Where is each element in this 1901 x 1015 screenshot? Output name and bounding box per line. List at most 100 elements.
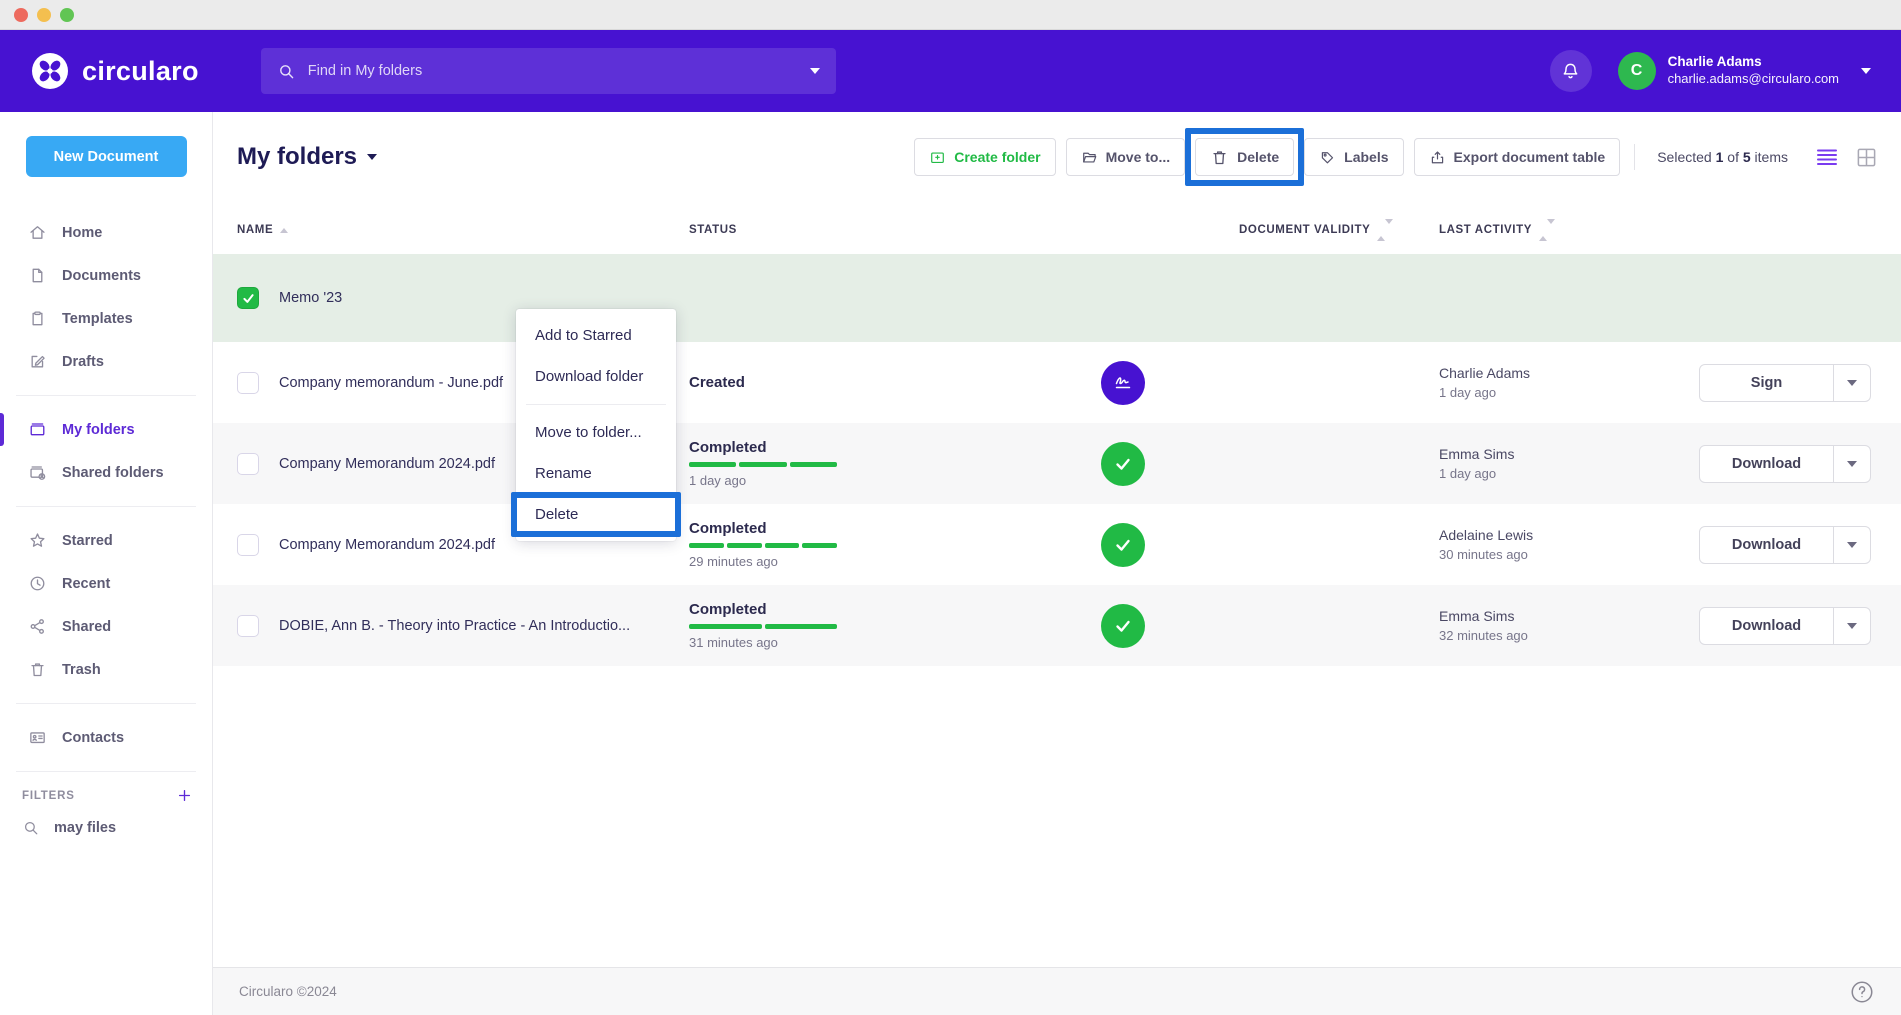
row-checkbox[interactable] [237,287,259,309]
context-menu-item-download-folder[interactable]: Download folder [516,356,676,397]
avatar: C [1618,52,1656,90]
row-checkbox[interactable] [237,615,259,637]
user-menu[interactable]: C Charlie Adams charlie.adams@circularo.… [1618,52,1871,90]
search-input[interactable] [308,63,798,79]
row-action-split-button: Sign [1699,364,1871,402]
sidebar-item-recent[interactable]: Recent [0,562,212,605]
action-cell: Download [1689,445,1877,483]
action-dropdown-button[interactable] [1834,608,1870,644]
sidebar-item-templates[interactable]: Templates [0,297,212,340]
progress-segment [765,624,838,629]
add-filter-button[interactable] [177,788,192,803]
shared-folder-icon [28,463,47,482]
table-row[interactable]: Company memorandum - June.pdfCreatedChar… [213,342,1901,423]
page-title-dropdown[interactable]: My folders [237,143,377,171]
activity-time: 1 day ago [1439,466,1496,481]
sidebar-item-contacts[interactable]: Contacts [0,716,212,759]
sidebar-item-label: Trash [62,662,101,678]
action-dropdown-button[interactable] [1834,365,1870,401]
document-name: Company Memorandum 2024.pdf [279,456,495,472]
last-activity-cell: Emma Sims32 minutes ago [1439,608,1689,643]
context-menu-item-move-to-folder[interactable]: Move to folder... [516,412,676,453]
sidebar-item-documents[interactable]: Documents [0,254,212,297]
document-name: Company Memorandum 2024.pdf [279,537,495,553]
filters-label: FILTERS [22,790,75,802]
action-dropdown-button[interactable] [1834,446,1870,482]
labels-button[interactable]: Labels [1304,138,1403,176]
sidebar-item-shared-folders[interactable]: Shared folders [0,451,212,494]
minimize-window-button[interactable] [37,8,51,22]
row-checkbox[interactable] [237,534,259,556]
status-cell: Completed31 minutes ago [689,601,1049,650]
app-header: circularo C Charlie Adams charlie.adams@… [0,30,1901,112]
validity-cell [1049,361,1439,405]
activity-time: 1 day ago [1439,385,1496,400]
move-to-button[interactable]: Move to... [1066,138,1186,176]
status-label: Completed [689,520,767,537]
new-document-button[interactable]: New Document [26,136,187,177]
last-activity-cell: Adelaine Lewis30 minutes ago [1439,527,1689,562]
maximize-window-button[interactable] [60,8,74,22]
brand-logo[interactable]: circularo [30,51,199,91]
sidebar-item-drafts[interactable]: Drafts [0,340,212,383]
page-title: My folders [237,143,357,171]
sidebar-item-shared[interactable]: Shared [0,605,212,648]
sidebar-item-home[interactable]: Home [0,211,212,254]
sort-asc-icon [280,228,288,233]
sidebar-item-my-folders[interactable]: My folders [0,408,212,451]
row-checkbox[interactable] [237,453,259,475]
help-button[interactable] [1849,979,1875,1005]
toolbar-button-label: Export document table [1454,149,1606,165]
grid-view-toggle[interactable] [1856,147,1877,168]
valid-check-badge [1101,523,1145,567]
export-button[interactable]: Export document table [1414,138,1621,176]
sidebar-item-starred[interactable]: Starred [0,519,212,562]
table-header-row: NAMESTATUSDOCUMENT VALIDITYLAST ACTIVITY [213,206,1901,254]
search-scope-chevron-down-icon[interactable] [810,68,820,74]
filter-item-may-files[interactable]: may files [0,819,212,837]
table-row[interactable]: Memo '23 [213,254,1901,342]
close-window-button[interactable] [14,8,28,22]
row-checkbox[interactable] [237,372,259,394]
sidebar-item-trash[interactable]: Trash [0,648,212,691]
table-row[interactable]: Company Memorandum 2024.pdfCompleted1 da… [213,423,1901,504]
notifications-button[interactable] [1550,50,1592,92]
document-name: Company memorandum - June.pdf [279,375,503,391]
signature-badge [1101,361,1145,405]
context-menu: Add to StarredDownload folder Move to fol… [516,309,676,541]
table-row[interactable]: Company Memorandum 2024.pdfCompleted29 m… [213,504,1901,585]
home-icon [28,223,47,242]
download-button[interactable]: Download [1700,446,1834,482]
delete-button[interactable]: Delete [1195,138,1294,176]
column-header-name[interactable]: NAME [237,224,689,236]
column-header-last-activity[interactable]: LAST ACTIVITY [1439,224,1689,236]
status-progress-bar [689,462,837,467]
documents-table: NAMESTATUSDOCUMENT VALIDITYLAST ACTIVITY… [213,206,1901,666]
context-menu-item-rename[interactable]: Rename [516,453,676,494]
action-dropdown-button[interactable] [1834,527,1870,563]
list-view-toggle[interactable] [1816,148,1838,166]
row-action-split-button: Download [1699,526,1871,564]
download-button[interactable]: Download [1700,527,1834,563]
contact-card-icon [28,728,47,747]
export-icon [1429,149,1446,166]
chevron-down-icon [1847,380,1857,386]
table-row[interactable]: DOBIE, Ann B. - Theory into Practice - A… [213,585,1901,666]
sidebar-nav: HomeDocumentsTemplatesDraftsMy foldersSh… [0,211,212,759]
action-cell: Download [1689,607,1877,645]
toolbar-button-label: Create folder [954,149,1040,165]
clipboard-icon [28,309,47,328]
context-menu-item-add-to-starred[interactable]: Add to Starred [516,315,676,356]
progress-segment [689,624,762,629]
toolbar-button-label: Move to... [1106,149,1171,165]
status-progress-bar [689,624,837,629]
sign-button[interactable]: Sign [1700,365,1834,401]
column-header-status[interactable]: STATUS [689,224,1049,236]
create-folder-button[interactable]: Create folder [914,138,1055,176]
column-header-document-validity[interactable]: DOCUMENT VALIDITY [1049,224,1439,236]
progress-segment [727,543,762,548]
context-menu-item-delete[interactable]: Delete [516,494,676,535]
sidebar-item-label: Drafts [62,354,104,370]
activity-time: 30 minutes ago [1439,547,1528,562]
download-button[interactable]: Download [1700,608,1834,644]
